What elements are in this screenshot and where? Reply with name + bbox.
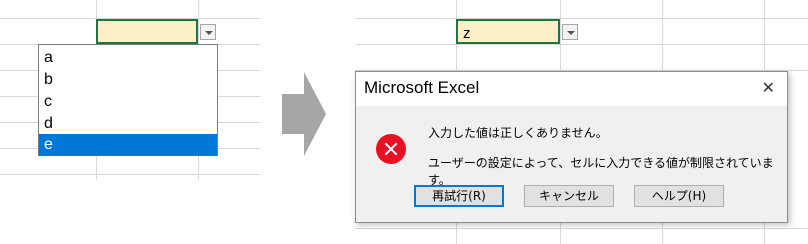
error-x-icon — [376, 134, 406, 164]
list-item-selected[interactable]: e — [39, 134, 217, 156]
dropdown-button[interactable] — [562, 24, 578, 40]
active-cell[interactable] — [96, 19, 198, 44]
retry-button[interactable]: 再試行(R) — [414, 185, 504, 207]
close-icon[interactable]: ✕ — [762, 78, 775, 97]
list-item[interactable]: c — [39, 91, 217, 113]
list-item[interactable]: d — [39, 113, 217, 135]
right-arrow-icon — [282, 72, 326, 156]
chevron-down-icon — [567, 31, 575, 35]
list-item[interactable]: b — [39, 69, 217, 91]
grid-line — [355, 44, 808, 45]
dialog-titlebar: Microsoft Excel ✕ — [356, 72, 787, 106]
grid-line — [0, 174, 260, 175]
cancel-button[interactable]: キャンセル — [524, 185, 614, 207]
error-message-line2: ユーザーの設定によって、セルに入力できる値が制限されています。 — [428, 156, 774, 187]
dropdown-list[interactable]: a b c d e — [38, 44, 218, 156]
list-item[interactable]: a — [39, 47, 217, 69]
dialog-title: Microsoft Excel — [364, 78, 480, 97]
help-button[interactable]: ヘルプ(H) — [634, 185, 724, 207]
grid-line — [355, 228, 808, 229]
edited-cell[interactable]: z — [456, 19, 560, 44]
error-message-line1: 入力した値は正しくありません。 — [428, 126, 608, 140]
grid-line — [355, 18, 808, 19]
error-dialog: Microsoft Excel ✕ 入力した値は正しくありません。 ユーザーの設… — [355, 71, 788, 223]
dropdown-button[interactable] — [200, 24, 216, 40]
chevron-down-icon — [205, 31, 213, 35]
